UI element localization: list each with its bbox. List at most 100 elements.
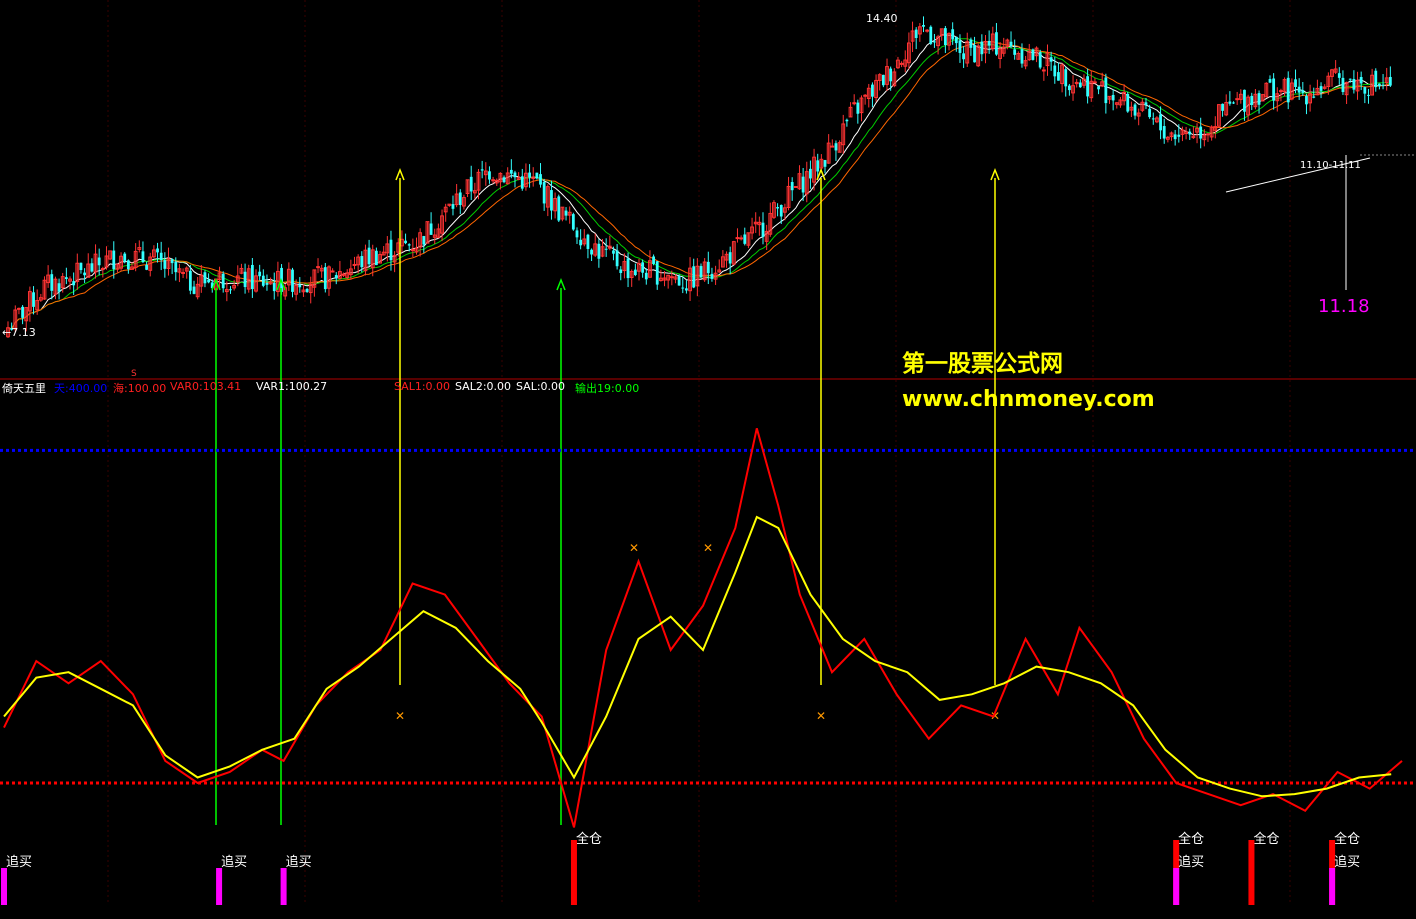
candle-body: [980, 41, 984, 55]
candle-body: [1057, 72, 1060, 81]
chase-buy-label: 追买: [1178, 854, 1204, 870]
candle-body: [1159, 114, 1162, 131]
candle-body: [823, 160, 827, 167]
candle-body: [1173, 134, 1177, 140]
candle-body: [422, 236, 426, 245]
candle-body: [1312, 96, 1316, 98]
candle-body: [1363, 87, 1367, 94]
candle-body: [50, 274, 54, 291]
candle-body: [123, 253, 127, 262]
watermark-title: 第一股票公式网: [902, 351, 1063, 377]
candle-body: [112, 250, 116, 270]
candle-body: [520, 176, 524, 189]
candle-body: [612, 250, 615, 254]
candle-body: [1038, 52, 1042, 68]
candle-body: [856, 102, 860, 114]
candle-body: [619, 269, 623, 274]
field-var0: VAR0:103.41: [170, 380, 242, 393]
candle-body: [761, 222, 765, 237]
candle-body: [272, 282, 276, 292]
candle-body: [1279, 90, 1283, 93]
candle-body: [641, 262, 645, 273]
candle-body: [626, 258, 630, 279]
candle-body: [1378, 83, 1381, 87]
candle-body: [816, 160, 820, 172]
candle-body: [962, 53, 966, 60]
candle-body: [1144, 102, 1148, 106]
field-sal: SAL:0.00: [516, 380, 566, 393]
field-output19: 输出19:0.00: [575, 382, 640, 395]
candle-body: [374, 250, 378, 266]
candle-body: [1009, 41, 1013, 47]
candle-body: [265, 282, 269, 285]
sell-marker: S: [131, 369, 137, 379]
candle-body: [590, 249, 593, 255]
candle-body: [163, 260, 167, 269]
candle-body: [1049, 57, 1053, 62]
low-price-label: ←7.13: [2, 326, 36, 339]
watermark-url: www.chnmoney.com: [902, 387, 1155, 412]
field-hai: 海:100.00: [113, 382, 167, 395]
candle-body: [145, 264, 148, 270]
candle-body: [1064, 69, 1068, 87]
candle-body: [685, 288, 688, 291]
candle-body: [404, 240, 407, 244]
candle-body: [192, 286, 196, 294]
candle-body: [1352, 79, 1356, 90]
candle-body: [170, 259, 174, 264]
candle-body: [834, 143, 838, 151]
candle-body: [1374, 70, 1378, 88]
candle-body: [509, 169, 513, 174]
candle-body: [1359, 77, 1363, 84]
chase-buy-bar: [1329, 868, 1336, 905]
candle-body: [229, 289, 232, 291]
candle-body: [298, 284, 302, 288]
candle-body: [79, 262, 83, 271]
candle-body: [969, 39, 973, 48]
candle-body: [655, 261, 659, 285]
candle-body: [644, 272, 648, 280]
candle-body: [528, 172, 531, 178]
candle-body: [943, 28, 947, 45]
candle-body: [1199, 126, 1203, 139]
candle-body: [174, 261, 178, 273]
candle-body: [83, 272, 86, 276]
candle-body: [542, 182, 546, 204]
field-var1: VAR1:100.27: [256, 380, 328, 393]
full-position-label: 全仓: [576, 831, 602, 847]
candle-body: [207, 279, 211, 283]
candle-body: [1305, 95, 1308, 105]
candle-body: [159, 252, 163, 261]
candle-body: [863, 94, 868, 97]
candle-body: [779, 204, 783, 217]
candle-body: [1272, 78, 1276, 101]
candle-body: [809, 168, 812, 179]
candle-body: [360, 256, 364, 268]
candle-body: [954, 36, 958, 44]
candle-body: [334, 274, 338, 279]
candle-body: [1268, 79, 1272, 83]
candle-body: [367, 247, 371, 265]
full-position-bar: [570, 840, 577, 905]
candle-body: [90, 263, 94, 272]
candle-body: [1162, 126, 1166, 139]
candle-body: [1020, 49, 1024, 64]
full-position-label: 全仓: [1334, 831, 1360, 847]
candle-body: [1228, 101, 1232, 104]
candle-body: [458, 192, 462, 206]
candle-body: [575, 230, 579, 238]
full-position-label: 全仓: [1253, 831, 1279, 847]
candle-body: [564, 210, 568, 216]
trend-line: [1225, 157, 1371, 193]
candle-body: [699, 266, 703, 278]
candle-body: [1086, 76, 1090, 97]
candle-body: [1078, 82, 1082, 88]
candle-body: [1243, 89, 1246, 112]
candle-body: [852, 102, 857, 105]
candle-body: [1126, 93, 1130, 112]
full-position-bar: [1248, 840, 1255, 905]
cross-marker: ✕: [395, 709, 405, 723]
candle-body: [1111, 94, 1115, 101]
candle-body: [1301, 90, 1305, 93]
candle-body: [929, 26, 933, 44]
